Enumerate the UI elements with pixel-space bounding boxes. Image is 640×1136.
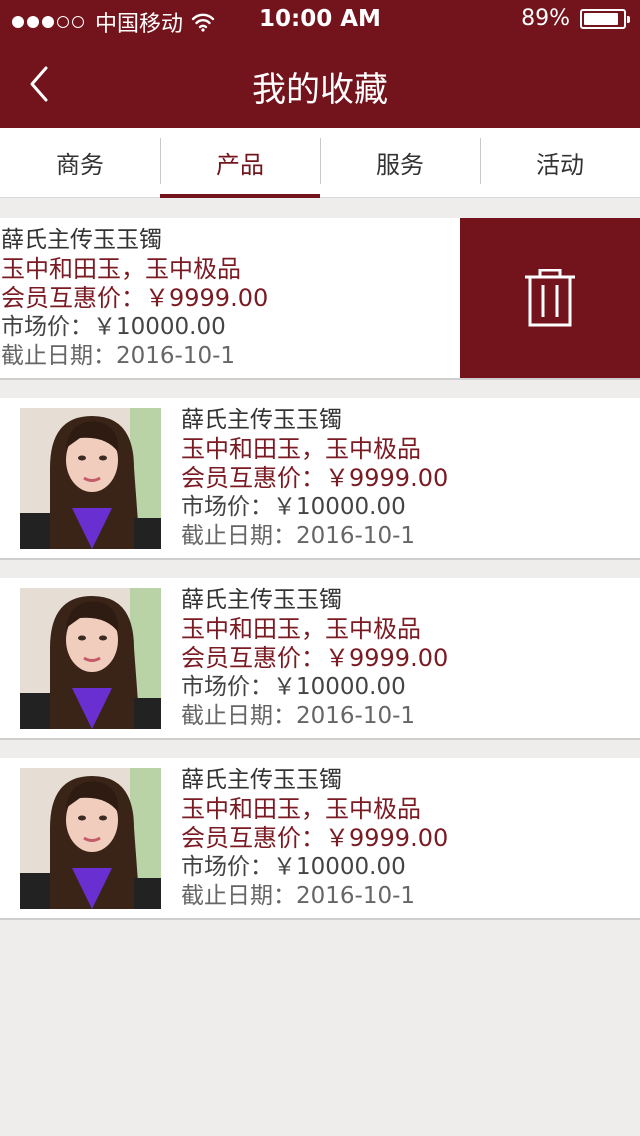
product-slogan: 玉中和田玉，玉中极品 <box>181 795 421 823</box>
category-tabs: 商务 产品 服务 活动 <box>0 128 640 198</box>
favorite-item-content[interactable]: 薛氏主传玉玉镯 玉中和田玉，玉中极品 会员互惠价：￥9999.00 市场价：￥1… <box>0 398 640 558</box>
member-price: 会员互惠价：￥9999.00 <box>181 644 449 672</box>
product-name: 薛氏主传玉玉镯 <box>181 587 342 613</box>
product-slogan: 玉中和田玉，玉中极品 <box>181 435 421 463</box>
product-slogan: 玉中和田玉，玉中极品 <box>181 615 421 643</box>
battery-nub <box>627 15 630 23</box>
product-info: 薛氏主传玉玉镯 玉中和田玉，玉中极品 会员互惠价：￥9999.00 市场价：￥1… <box>181 586 640 731</box>
product-info: 薛氏主传玉玉镯 玉中和田玉，玉中极品 会员互惠价：￥9999.00 市场价：￥1… <box>1 226 461 371</box>
status-bar: 中国移动 10:00 AM 89% <box>0 0 640 40</box>
market-price: 市场价：￥10000.00 <box>181 674 406 700</box>
product-slogan: 玉中和田玉，玉中极品 <box>1 255 241 283</box>
product-info: 薛氏主传玉玉镯 玉中和田玉，玉中极品 会员互惠价：￥9999.00 市场价：￥1… <box>181 766 640 911</box>
portrait-image <box>20 588 161 729</box>
tab-activities[interactable]: 活动 <box>480 128 640 197</box>
tab-products[interactable]: 产品 <box>160 128 320 198</box>
product-name: 薛氏主传玉玉镯 <box>1 227 162 253</box>
favorite-item-content[interactable]: 薛氏主传玉玉镯 玉中和田玉，玉中极品 会员互惠价：￥9999.00 市场价：￥1… <box>0 218 460 378</box>
favorite-item-content[interactable]: 薛氏主传玉玉镯 玉中和田玉，玉中极品 会员互惠价：￥9999.00 市场价：￥1… <box>0 578 640 738</box>
market-price: 市场价：￥10000.00 <box>181 854 406 880</box>
member-price: 会员互惠价：￥9999.00 <box>181 464 449 492</box>
deadline-date: 截止日期：2016-10-1 <box>181 523 416 549</box>
portrait-image <box>20 768 161 909</box>
product-info: 薛氏主传玉玉镯 玉中和田玉，玉中极品 会员互惠价：￥9999.00 市场价：￥1… <box>181 406 640 551</box>
product-image[interactable] <box>20 408 161 549</box>
page-title: 我的收藏 <box>252 70 388 110</box>
market-price: 市场价：￥10000.00 <box>1 314 226 340</box>
product-name: 薛氏主传玉玉镯 <box>181 767 342 793</box>
favorite-item[interactable]: 薛氏主传玉玉镯 玉中和田玉，玉中极品 会员互惠价：￥9999.00 市场价：￥1… <box>0 758 640 920</box>
market-price: 市场价：￥10000.00 <box>181 494 406 520</box>
product-name: 薛氏主传玉玉镯 <box>181 407 342 433</box>
battery-status: 89% <box>521 6 630 31</box>
delete-button[interactable] <box>460 218 640 378</box>
favorite-item[interactable]: 薛氏主传玉玉镯 玉中和田玉，玉中极品 会员互惠价：￥9999.00 市场价：￥1… <box>0 578 640 740</box>
favorite-item[interactable]: 薛氏主传玉玉镯 玉中和田玉，玉中极品 会员互惠价：￥9999.00 市场价：￥1… <box>0 398 640 560</box>
favorite-item[interactable]: 薛氏主传玉玉镯 玉中和田玉，玉中极品 会员互惠价：￥9999.00 市场价：￥1… <box>0 218 640 380</box>
deadline-date: 截止日期：2016-10-1 <box>181 883 416 909</box>
product-image[interactable] <box>20 768 161 909</box>
battery-fill <box>584 12 618 25</box>
favorite-item-content[interactable]: 薛氏主传玉玉镯 玉中和田玉，玉中极品 会员互惠价：￥9999.00 市场价：￥1… <box>0 758 640 918</box>
trash-icon <box>525 269 575 327</box>
product-image[interactable] <box>20 588 161 729</box>
member-price: 会员互惠价：￥9999.00 <box>181 824 449 852</box>
navigation-bar: 我的收藏 <box>0 40 640 128</box>
deadline-date: 截止日期：2016-10-1 <box>1 343 236 369</box>
battery-percent: 89% <box>521 6 570 31</box>
battery-icon <box>580 8 630 29</box>
tab-business[interactable]: 商务 <box>0 128 160 197</box>
tab-services[interactable]: 服务 <box>320 128 480 197</box>
member-price: 会员互惠价：￥9999.00 <box>1 284 269 312</box>
deadline-date: 截止日期：2016-10-1 <box>181 703 416 729</box>
portrait-image <box>20 408 161 549</box>
app-header: 中国移动 10:00 AM 89% 我的收藏 <box>0 0 640 128</box>
